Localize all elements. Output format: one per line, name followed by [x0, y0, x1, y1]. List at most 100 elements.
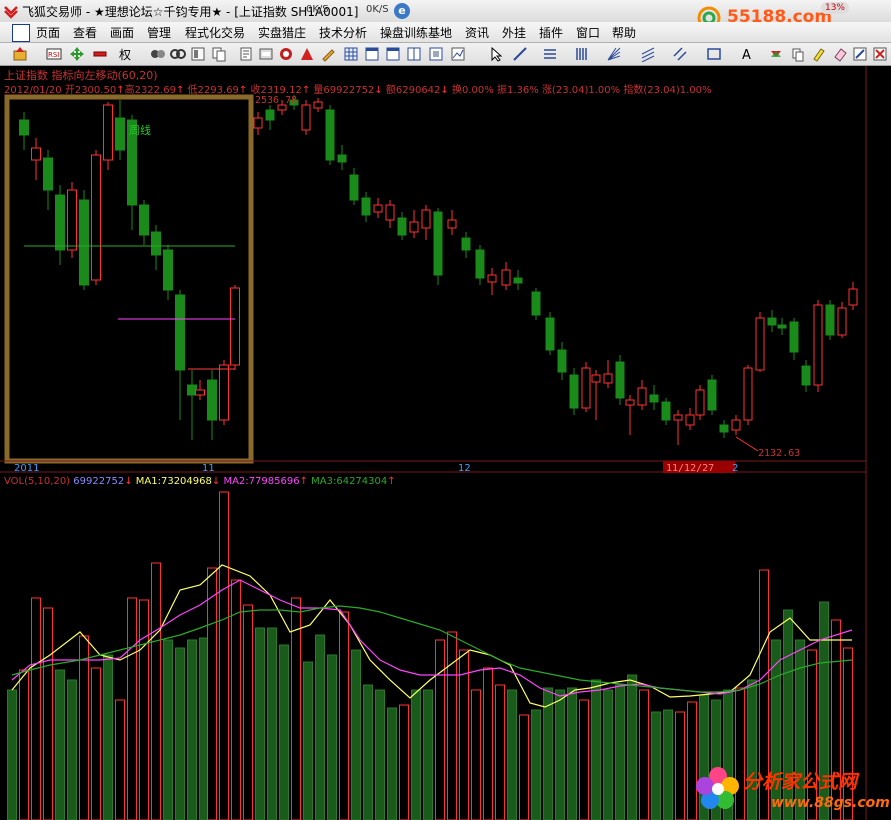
volume-bar	[495, 684, 505, 820]
candle-body	[207, 379, 217, 421]
line-chart-icon[interactable]	[450, 46, 466, 62]
volume-bar	[139, 599, 149, 820]
signal-icon[interactable]	[768, 46, 784, 62]
menu-screen[interactable]: 画面	[110, 24, 134, 41]
rights-dropdown[interactable]: 权	[119, 46, 131, 63]
bookmark-icon[interactable]	[238, 46, 254, 62]
volume-bar	[91, 667, 101, 820]
fan-lines-icon[interactable]	[606, 46, 622, 62]
volume-bar	[507, 689, 517, 820]
kline-chart[interactable]: 周线 2536.78 2132.63 2011 11 12 11/12/27 2	[0, 66, 891, 820]
candle-body	[337, 154, 347, 163]
candle-body	[569, 374, 579, 409]
candle-body	[591, 374, 601, 383]
menu-news[interactable]: 资讯	[465, 24, 489, 41]
pointer-icon[interactable]	[488, 46, 504, 62]
candle-body	[103, 104, 113, 161]
quote-index: 指数(23.04)1.00%	[623, 85, 712, 96]
candle-body	[615, 361, 625, 399]
menu-manage[interactable]: 管理	[147, 24, 171, 41]
marker-icon[interactable]	[811, 46, 827, 62]
remove-icon[interactable]	[92, 46, 108, 62]
volume-bar	[351, 649, 361, 820]
split-window-icon[interactable]	[406, 46, 422, 62]
browser-icon[interactable]: e	[394, 3, 410, 19]
volume-bar	[31, 597, 41, 820]
menu-window[interactable]: 窗口	[576, 24, 600, 41]
menu-hunting[interactable]: 实盘猎庄	[258, 24, 306, 41]
menu-logo-icon[interactable]	[12, 24, 30, 42]
candle-body	[163, 249, 173, 291]
quote-date: 2012/01/20	[4, 85, 62, 96]
candle-body	[625, 399, 635, 406]
candle-body	[685, 414, 695, 426]
vol-value: 69922752	[73, 476, 125, 487]
channel-icon[interactable]	[640, 46, 656, 62]
candle-body	[487, 274, 497, 283]
candle-body	[385, 204, 395, 221]
candle-body	[707, 379, 717, 411]
candle-body	[743, 367, 753, 421]
volume-bar	[663, 709, 673, 820]
candle-body	[801, 365, 811, 386]
rectangle-icon[interactable]	[706, 46, 722, 62]
copy-icon[interactable]	[211, 46, 227, 62]
candle-body	[649, 394, 659, 403]
horizontal-lines-icon[interactable]	[542, 46, 558, 62]
menu-technical-analysis[interactable]: 技术分析	[319, 24, 367, 41]
candle-body	[731, 419, 741, 431]
menu-programmatic-trading[interactable]: 程式化交易	[185, 24, 245, 41]
candle-body	[848, 288, 858, 306]
warning-icon[interactable]	[299, 46, 315, 62]
delete-drawing-icon[interactable]	[872, 46, 888, 62]
high-price-label: 2536.78	[255, 95, 297, 106]
text-tool-icon[interactable]: A	[740, 46, 756, 62]
alarm-icon[interactable]	[278, 46, 294, 62]
move-icon[interactable]	[69, 46, 85, 62]
volume-bar	[339, 611, 349, 820]
menu-view[interactable]: 查看	[73, 24, 97, 41]
candle-body	[325, 109, 335, 161]
rsi-icon[interactable]: RSI	[46, 46, 62, 62]
app-logo-icon	[4, 6, 18, 19]
grid-icon[interactable]	[343, 46, 359, 62]
candle-body	[637, 387, 647, 406]
open-icon[interactable]	[12, 46, 28, 62]
cascade-icon[interactable]	[428, 46, 444, 62]
watermark-name: 分析家公式网	[743, 771, 858, 793]
candle-body	[175, 294, 185, 371]
copy-drawing-icon[interactable]	[790, 46, 806, 62]
draw-line-icon[interactable]	[512, 46, 528, 62]
candle-body	[115, 117, 125, 151]
pencil-icon[interactable]	[320, 46, 336, 62]
candle-body	[55, 194, 65, 251]
volume-bar	[579, 699, 589, 820]
cursor-icon[interactable]	[258, 46, 274, 62]
menu-help[interactable]: 帮助	[612, 24, 636, 41]
menu-training-base[interactable]: 操盘训练基地	[380, 24, 452, 41]
menu-plugins-ext[interactable]: 外挂	[502, 24, 526, 41]
chart-window-icon[interactable]	[364, 46, 380, 62]
vertical-lines-icon[interactable]	[574, 46, 590, 62]
indicator-icon[interactable]	[150, 46, 166, 62]
volume-bar	[43, 607, 53, 820]
candle-body	[230, 287, 240, 366]
weekly-candles	[19, 100, 240, 440]
eraser-icon[interactable]	[832, 46, 848, 62]
edit-icon[interactable]	[852, 46, 868, 62]
layout-icon[interactable]	[190, 46, 206, 62]
menu-page[interactable]: 页面	[36, 24, 60, 41]
menu-bar: 页面 查看 画面 管理 程式化交易 实盘猎庄 技术分析 操盘训练基地 资讯 外挂…	[0, 22, 891, 43]
volume-bar	[627, 674, 637, 820]
volume-bar	[151, 562, 161, 820]
candle-body	[789, 321, 799, 353]
parallel-icon[interactable]	[672, 46, 688, 62]
candle-body	[349, 174, 359, 201]
quote-info-row: 2012/01/20 开2300.50↑高2322.69↑ 低2293.69↑ …	[4, 81, 712, 96]
compare-icon[interactable]	[170, 46, 186, 62]
volume-bar	[471, 689, 481, 820]
window-icon[interactable]	[385, 46, 401, 62]
candle-body	[43, 157, 53, 191]
menu-plugins[interactable]: 插件	[539, 24, 563, 41]
date-axis-12: 12	[458, 463, 471, 474]
